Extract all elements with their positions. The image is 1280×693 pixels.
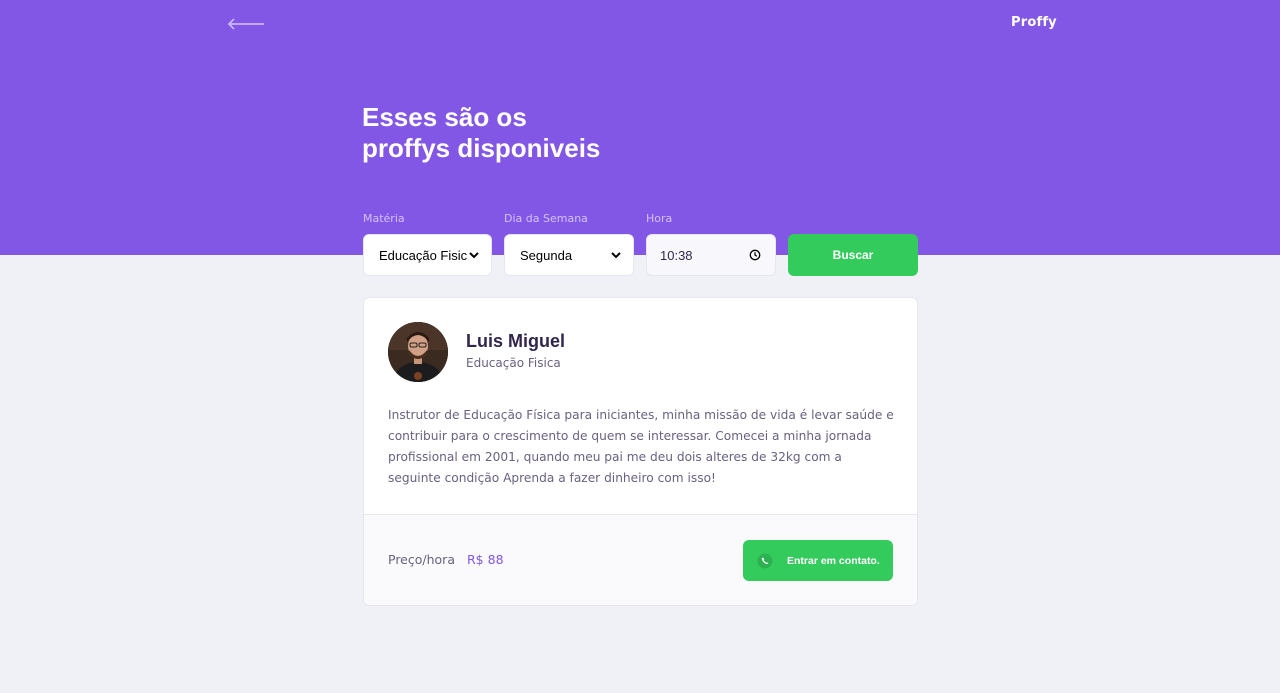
whatsapp-icon	[757, 553, 773, 568]
chevron-down-icon	[611, 252, 621, 259]
subject-label: Matéria	[363, 212, 405, 225]
proffy-logo[interactable]: Proffy	[1011, 15, 1057, 30]
contact-button-label: Entrar em contato.	[787, 554, 880, 567]
teacher-subject: Educação Fisica	[466, 356, 561, 370]
subject-select[interactable]: Educação Fisica	[363, 234, 492, 276]
teacher-bio: Instrutor de Educação Física para inicia…	[388, 408, 894, 485]
clock-icon[interactable]	[749, 249, 761, 261]
avatar	[388, 322, 448, 382]
arrow-left-icon	[227, 18, 264, 30]
page-title: Esses são os proffys disponiveis	[362, 102, 762, 164]
weekday-label: Dia da Semana	[504, 212, 588, 225]
page-title-line-1: Esses são os	[362, 102, 527, 132]
teacher-card: Luis Miguel Educação Fisica Instrutor de…	[363, 297, 918, 606]
subject-select-value: Educação Fisica	[379, 247, 467, 263]
weekday-select-value: Segunda	[520, 247, 573, 263]
time-label: Hora	[646, 212, 673, 225]
time-input-value: 10:38	[660, 247, 693, 263]
contact-button[interactable]: Entrar em contato.	[743, 540, 893, 581]
card-footer: Preço/hora R$ 88 Entrar em contato.	[364, 514, 917, 605]
page-header: Proffy Esses são os proffys disponiveis	[0, 0, 1280, 255]
time-input[interactable]: 10:38	[646, 234, 776, 276]
page-title-line-2: proffys disponiveis	[362, 133, 601, 163]
back-button[interactable]	[226, 14, 266, 34]
weekday-select[interactable]: Segunda	[504, 234, 634, 276]
search-button[interactable]: Buscar	[788, 234, 918, 276]
price-label: Preço/hora	[388, 552, 455, 567]
teacher-name: Luis Miguel	[466, 331, 565, 351]
chevron-down-icon	[469, 252, 479, 259]
price-value: R$ 88	[467, 552, 504, 567]
